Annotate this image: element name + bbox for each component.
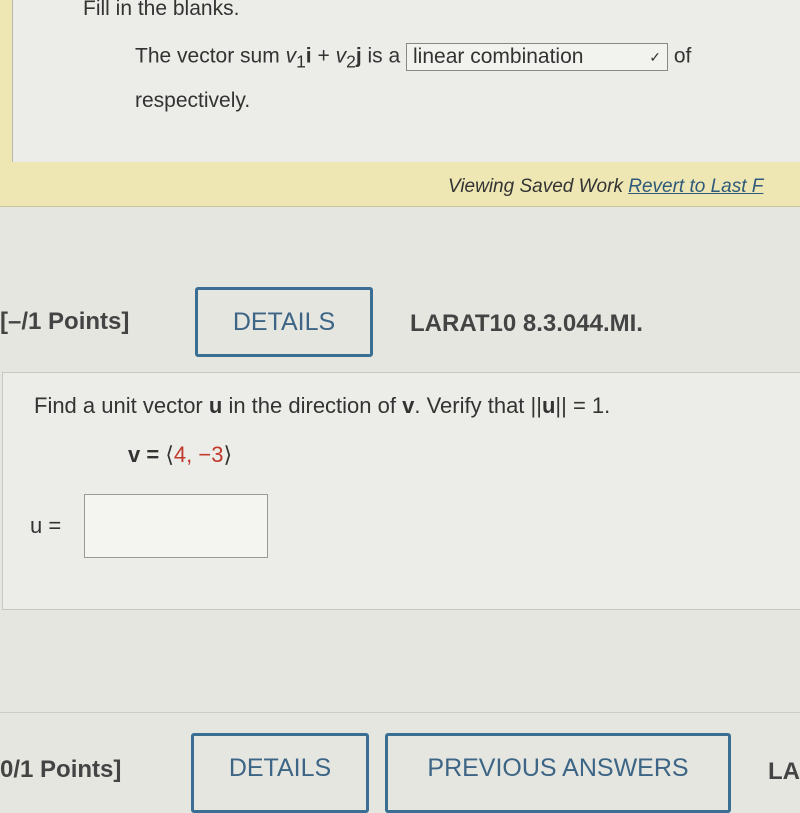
prompt-text: . Verify that ||: [414, 393, 542, 418]
given-label: v =: [128, 442, 166, 467]
details-button[interactable]: DETAILS: [195, 287, 373, 357]
given-vector: v = ⟨4, −3⟩: [128, 442, 232, 468]
question-code: LARAT10 8.3.044.MI.: [410, 310, 643, 337]
divider: [0, 712, 800, 713]
select-value: linear combination: [413, 45, 584, 68]
viewing-saved-text: Viewing Saved Work: [448, 176, 623, 197]
u-symbol: u: [541, 393, 556, 418]
next-question-code: LA: [768, 758, 800, 785]
next-details-button[interactable]: DETAILS: [191, 733, 369, 813]
fill-sentence: The vector sum v1i + v2j is a linear com…: [135, 43, 691, 73]
v-symbol: v: [402, 393, 415, 418]
revert-link[interactable]: Revert to Last F: [628, 176, 763, 197]
bracket: ⟨: [165, 442, 174, 467]
v-symbol: v: [335, 44, 347, 68]
bracket: ⟩: [223, 442, 233, 467]
answer-label: u =: [30, 513, 62, 538]
v-symbol: v: [285, 44, 297, 68]
prompt-text: in the direction of: [222, 393, 403, 418]
answer-input[interactable]: [84, 494, 268, 558]
chevron-down-icon: ✓: [649, 48, 662, 65]
subscript: 2: [346, 51, 356, 72]
given-values: 4, −3: [173, 442, 224, 467]
previous-question-panel: Fill in the blanks. The vector sum v1i +…: [12, 0, 800, 164]
u-symbol: u: [208, 393, 223, 418]
question-prompt: Find a unit vector u in the direction of…: [34, 393, 610, 419]
prompt-text: Find a unit vector: [34, 393, 209, 418]
instruction: Fill in the blanks.: [83, 0, 240, 20]
points-label: [–/1 Points]: [0, 308, 130, 335]
sentence-text: is a: [361, 44, 407, 68]
previous-answers-button[interactable]: PREVIOUS ANSWERS: [385, 733, 731, 813]
subscript: 1: [296, 51, 306, 72]
prompt-text: || = 1.: [555, 393, 611, 418]
sentence-text: of: [673, 44, 692, 68]
next-points-label: 0/1 Points]: [0, 756, 122, 783]
sentence-text: The vector sum: [135, 44, 286, 68]
plus: +: [311, 44, 336, 68]
answer-select[interactable]: linear combination ✓: [406, 43, 669, 71]
sentence-continuation: respectively.: [135, 89, 251, 112]
saved-work-bar: Viewing Saved Work Revert to Last F: [0, 162, 800, 207]
highlight-strip: [0, 0, 12, 162]
